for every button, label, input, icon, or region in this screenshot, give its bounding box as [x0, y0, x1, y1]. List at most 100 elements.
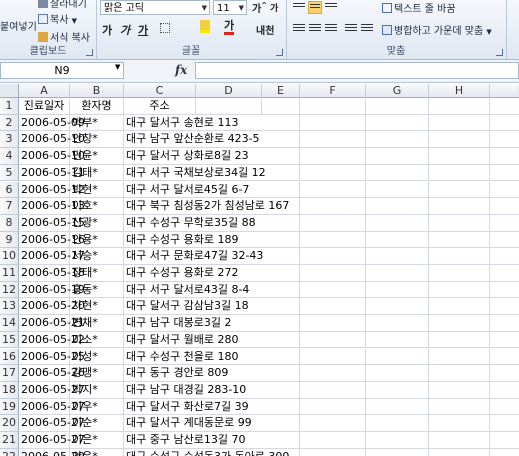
cell-a5[interactable]: 2006-05-11 [19, 164, 85, 182]
cell-a3[interactable]: 2006-05-10 [19, 131, 85, 149]
cell-i9[interactable] [490, 232, 519, 249]
cell-b20[interactable]: 이순* [70, 415, 124, 432]
align-center-button[interactable] [308, 22, 322, 35]
cell-i22[interactable] [490, 449, 519, 456]
cell-a19[interactable]: 2006-05-27 [19, 398, 85, 416]
cell-c19[interactable]: 대구 달서구 화산로7길 39 [124, 399, 249, 416]
phonetic-button[interactable]: 내천 [256, 22, 274, 37]
cell-f2[interactable] [300, 114, 366, 132]
cell-a6[interactable]: 2006-05-12 [19, 181, 85, 199]
cell-h19[interactable] [429, 398, 490, 416]
spreadsheet-grid[interactable]: ABCDEFGHI1진료일자환자명주소22006-05-09박부*대구 달서구 … [0, 84, 519, 456]
row-header[interactable]: 11 [0, 265, 19, 282]
cell-a2[interactable]: 2006-05-09 [19, 114, 85, 132]
cell-h4[interactable] [429, 148, 490, 165]
cell-c16[interactable]: 대구 수성구 천을로 180 [124, 349, 238, 366]
column-header-i[interactable]: I [490, 84, 519, 98]
cell-h22[interactable] [429, 448, 490, 456]
cell-e8[interactable] [262, 214, 300, 232]
cell-d1[interactable] [196, 98, 262, 115]
cell-g11[interactable] [366, 265, 429, 282]
cell-h15[interactable] [429, 331, 490, 349]
cell-e2[interactable] [262, 114, 300, 132]
cell-i21[interactable] [490, 432, 519, 449]
align-top-button[interactable] [292, 1, 306, 14]
cell-c20[interactable]: 대구 달서구 계대동문로 99 [124, 415, 252, 432]
cell-f7[interactable] [300, 198, 366, 215]
cell-h12[interactable] [429, 281, 490, 299]
cell-f3[interactable] [300, 131, 366, 149]
cell-c10[interactable]: 대구 서구 문화로47길 32-43 [124, 248, 263, 265]
cell-i14[interactable] [490, 315, 519, 332]
cell-e4[interactable] [262, 148, 300, 165]
merge-center-button[interactable]: 병합하고 가운데 맞춤 ▼ [382, 22, 492, 37]
cell-b13[interactable]: 차현* [70, 298, 124, 316]
cell-i4[interactable] [490, 148, 519, 165]
cell-g16[interactable] [366, 348, 429, 366]
cell-c8[interactable]: 대구 수성구 무학로35길 88 [124, 215, 256, 232]
cell-f21[interactable] [300, 432, 366, 449]
cell-b18[interactable]: 박지* [70, 381, 124, 399]
cell-a1[interactable]: 진료일자 [19, 98, 70, 115]
row-header[interactable]: 1 [0, 98, 19, 115]
cell-g7[interactable] [366, 198, 429, 215]
cell-f10[interactable] [300, 248, 366, 265]
cell-b12[interactable]: 홍동* [70, 281, 124, 299]
cell-c14[interactable]: 대구 남구 대봉로3길 2 [124, 315, 231, 332]
cell-i7[interactable] [490, 198, 519, 215]
row-header[interactable]: 7 [0, 198, 19, 215]
cell-f20[interactable] [300, 415, 366, 432]
cell-c12[interactable]: 대구 서구 달서로43길 8-4 [124, 282, 249, 299]
cell-b4[interactable]: 민윤* [70, 148, 124, 165]
cell-e14[interactable] [262, 315, 300, 332]
cell-f5[interactable] [300, 164, 366, 182]
copy-button[interactable]: 복사 ▼ [38, 11, 77, 26]
row-header[interactable]: 17 [0, 365, 19, 382]
column-header-a[interactable]: A [19, 84, 70, 98]
cell-g9[interactable] [366, 231, 429, 249]
cell-a15[interactable]: 2006-05-22 [19, 331, 85, 349]
select-all-corner[interactable] [0, 84, 19, 98]
cell-f4[interactable] [300, 148, 366, 165]
insert-function-icon[interactable]: fx [175, 63, 187, 77]
cell-f9[interactable] [300, 231, 366, 249]
cell-a20[interactable]: 2006-05-27 [19, 415, 85, 432]
cell-a4[interactable]: 2006-05-10 [19, 148, 85, 165]
cell-e17[interactable] [262, 365, 300, 382]
cell-f18[interactable] [300, 381, 366, 399]
row-header[interactable]: 10 [0, 248, 19, 265]
cell-b15[interactable]: 미소* [70, 331, 124, 349]
cell-e15[interactable] [262, 331, 300, 349]
cell-b6[interactable]: 박현* [70, 181, 124, 199]
font-name-dropdown[interactable]: 맑은 고딕 ▼ [100, 0, 210, 15]
cell-c1[interactable]: 주소 [124, 98, 196, 115]
cell-b5[interactable]: 김태* [70, 164, 124, 182]
cell-i12[interactable] [490, 282, 519, 299]
name-box[interactable]: N9 [0, 62, 124, 79]
row-header[interactable]: 20 [0, 415, 19, 432]
column-header-b[interactable]: B [70, 84, 124, 98]
cell-a22[interactable]: 2006-05-29 [19, 448, 85, 456]
bold-button[interactable]: 가 [102, 22, 112, 38]
cell-e18[interactable] [262, 381, 300, 399]
cell-h1[interactable] [429, 98, 490, 115]
cell-g6[interactable] [366, 181, 429, 199]
row-header[interactable]: 9 [0, 231, 19, 249]
cell-g15[interactable] [366, 331, 429, 349]
cell-h5[interactable] [429, 164, 490, 182]
row-header[interactable]: 4 [0, 148, 19, 165]
cell-g8[interactable] [366, 214, 429, 232]
paste-button[interactable]: 붙여넣기 [0, 18, 37, 33]
row-header[interactable]: 5 [0, 164, 19, 182]
cell-a21[interactable]: 2006-05-27 [19, 432, 85, 449]
cell-i17[interactable] [490, 365, 519, 382]
cell-a13[interactable]: 2006-05-20 [19, 298, 85, 316]
font-launcher-icon[interactable] [276, 49, 283, 56]
cell-i10[interactable] [490, 248, 519, 265]
cell-e11[interactable] [262, 265, 300, 282]
cell-c4[interactable]: 대구 달서구 상화로8길 23 [124, 148, 249, 165]
cell-b10[interactable]: 서승* [70, 248, 124, 265]
cell-g4[interactable] [366, 148, 429, 165]
cut-button[interactable]: 잘라내기 [38, 0, 87, 10]
cell-b8[interactable]: 신광* [70, 214, 124, 232]
